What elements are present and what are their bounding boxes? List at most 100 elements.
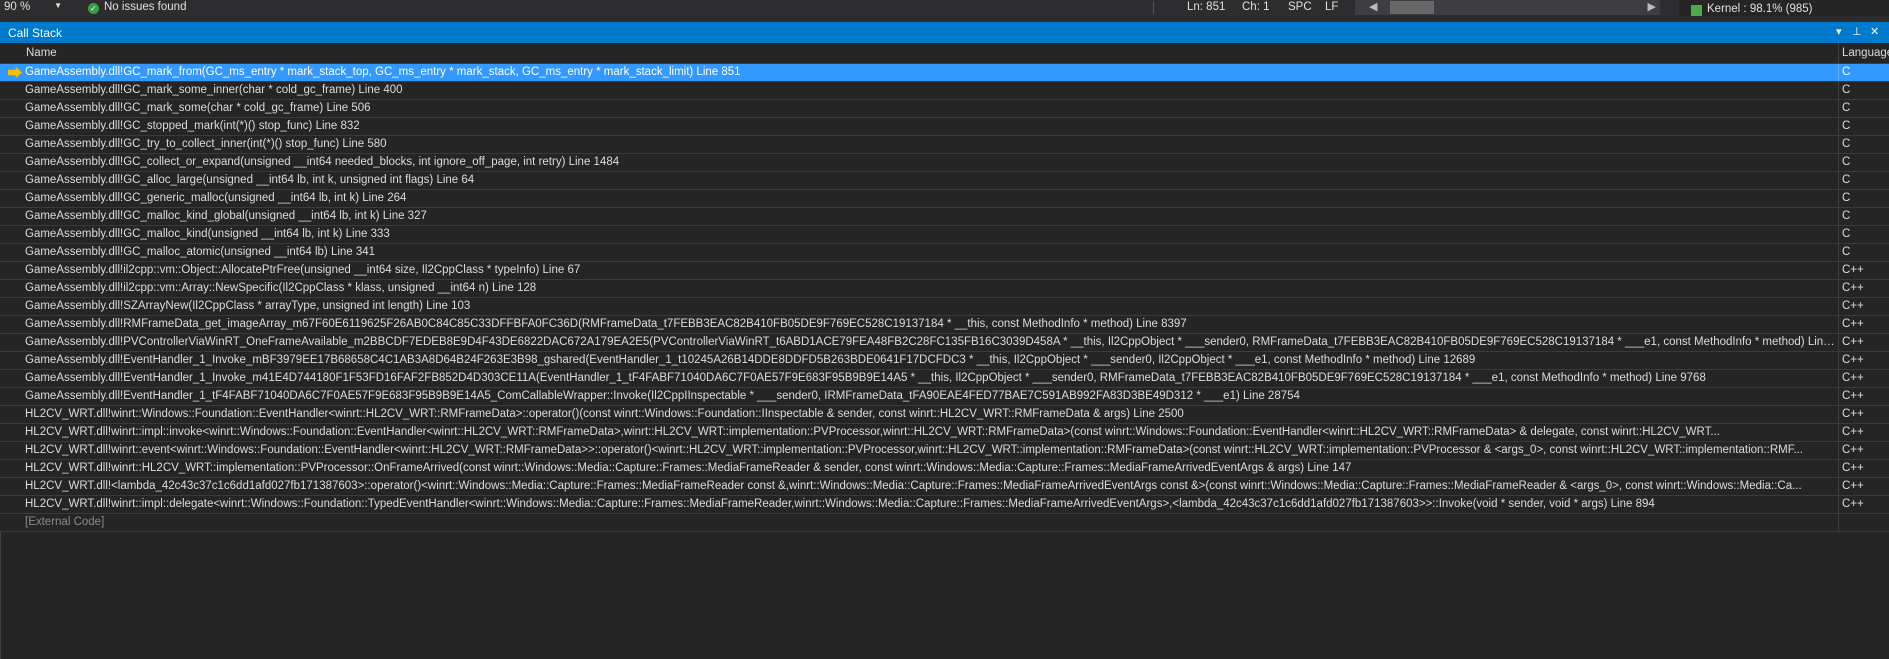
frame-name: GameAssembly.dll!GC_try_to_collect_inner… — [25, 138, 387, 150]
row-gutter[interactable] — [4, 316, 22, 333]
close-icon[interactable]: ✕ — [1870, 25, 1879, 38]
frame-language: C++ — [1842, 354, 1864, 366]
call-stack-row[interactable]: GameAssembly.dll!GC_generic_malloc(unsig… — [0, 190, 1889, 208]
column-header: Name Language — [0, 43, 1889, 64]
zoom-dropdown[interactable]: 90 % ▼ — [4, 1, 62, 14]
column-divider — [1838, 406, 1839, 423]
column-divider — [1838, 334, 1839, 351]
scroll-right-icon[interactable]: ▶ — [1648, 0, 1656, 13]
frame-language: C++ — [1842, 282, 1864, 294]
row-gutter[interactable] — [4, 334, 22, 351]
pin-icon[interactable]: ⊥ — [1852, 25, 1862, 38]
call-stack-row[interactable]: GameAssembly.dll!GC_malloc_kind(unsigned… — [0, 226, 1889, 244]
editor-status-bar: 90 % ▼ ✓ No issues found Ln: 851 Ch: 1 SP… — [0, 0, 1889, 16]
call-stack-row[interactable]: GameAssembly.dll!GC_collect_or_expand(un… — [0, 154, 1889, 172]
row-gutter[interactable] — [4, 154, 22, 171]
row-gutter[interactable] — [4, 388, 22, 405]
call-stack-row[interactable]: GameAssembly.dll!RMFrameData_get_imageAr… — [0, 316, 1889, 334]
frame-language: C++ — [1842, 498, 1864, 510]
call-stack-row[interactable]: [External Code] — [0, 514, 1889, 532]
horizontal-scrollbar[interactable]: ◀ ▶ — [1355, 0, 1660, 15]
row-gutter[interactable] — [4, 352, 22, 369]
call-stack-row[interactable]: GameAssembly.dll!EventHandler_1_Invoke_m… — [0, 352, 1889, 370]
call-stack-row[interactable]: GameAssembly.dll!il2cpp::vm::Array::NewS… — [0, 280, 1889, 298]
call-stack-row[interactable]: HL2CV_WRT.dll!<lambda_42c43c37c1c6dd1afd… — [0, 478, 1889, 496]
row-gutter[interactable] — [4, 190, 22, 207]
row-gutter[interactable] — [4, 208, 22, 225]
column-divider — [1838, 262, 1839, 279]
column-name-header[interactable]: Name — [26, 47, 57, 59]
call-stack-row[interactable]: GameAssembly.dll!PVControllerViaWinRT_On… — [0, 334, 1889, 352]
issues-indicator[interactable]: ✓ No issues found — [88, 1, 186, 14]
call-stack-row[interactable]: GameAssembly.dll!SZArrayNew(Il2CppClass … — [0, 298, 1889, 316]
frame-name: GameAssembly.dll!GC_stopped_mark(int(*)(… — [25, 120, 360, 132]
call-stack-row[interactable]: GameAssembly.dll!GC_mark_some(char * col… — [0, 100, 1889, 118]
kernel-label: Kernel : 98.1% (985) — [1707, 3, 1813, 15]
call-stack-row[interactable]: GameAssembly.dll!EventHandler_1_tF4FABF7… — [0, 388, 1889, 406]
call-stack-row[interactable]: GameAssembly.dll!GC_try_to_collect_inner… — [0, 136, 1889, 154]
column-divider — [1838, 118, 1839, 135]
row-gutter[interactable] — [4, 460, 22, 477]
column-indicator[interactable]: Ch: 1 — [1242, 1, 1270, 13]
row-gutter[interactable] — [4, 64, 22, 81]
whitespace-indicator[interactable]: SPC — [1288, 1, 1312, 13]
scrollbar-thumb[interactable] — [1390, 1, 1434, 14]
frame-name: GameAssembly.dll!GC_malloc_kind(unsigned… — [25, 228, 390, 240]
row-gutter[interactable] — [4, 514, 22, 531]
frame-language: C — [1842, 246, 1851, 258]
frame-name: GameAssembly.dll!GC_generic_malloc(unsig… — [25, 192, 407, 204]
column-divider — [1838, 82, 1839, 99]
call-stack-row[interactable]: HL2CV_WRT.dll!winrt::event<winrt::Window… — [0, 442, 1889, 460]
call-stack-list: GameAssembly.dll!GC_mark_from(GC_ms_entr… — [0, 64, 1889, 532]
call-stack-row[interactable]: HL2CV_WRT.dll!winrt::impl::invoke<winrt:… — [0, 424, 1889, 442]
row-gutter[interactable] — [4, 370, 22, 387]
call-stack-row[interactable]: GameAssembly.dll!GC_malloc_atomic(unsign… — [0, 244, 1889, 262]
row-gutter[interactable] — [4, 298, 22, 315]
frame-language: C++ — [1842, 336, 1864, 348]
frame-name: GameAssembly.dll!RMFrameData_get_imageAr… — [25, 318, 1187, 330]
call-stack-row[interactable]: HL2CV_WRT.dll!winrt::HL2CV_WRT::implemen… — [0, 460, 1889, 478]
frame-name: GameAssembly.dll!EventHandler_1_Invoke_m… — [25, 372, 1706, 384]
row-gutter[interactable] — [4, 280, 22, 297]
line-indicator[interactable]: Ln: 851 — [1187, 1, 1225, 13]
row-gutter[interactable] — [4, 100, 22, 117]
call-stack-row[interactable]: GameAssembly.dll!GC_malloc_kind_global(u… — [0, 208, 1889, 226]
frame-name: [External Code] — [25, 516, 105, 528]
row-gutter[interactable] — [4, 406, 22, 423]
column-divider — [1838, 316, 1839, 333]
call-stack-row[interactable]: HL2CV_WRT.dll!winrt::impl::delegate<winr… — [0, 496, 1889, 514]
window-menu-icon[interactable]: ▾ — [1836, 25, 1842, 38]
current-frame-row[interactable]: GameAssembly.dll!GC_mark_from(GC_ms_entr… — [0, 64, 1889, 82]
row-gutter[interactable] — [4, 82, 22, 99]
call-stack-row[interactable]: GameAssembly.dll!EventHandler_1_Invoke_m… — [0, 370, 1889, 388]
frame-language: C++ — [1842, 300, 1864, 312]
scroll-left-icon[interactable]: ◀ — [1369, 0, 1377, 13]
frame-name: GameAssembly.dll!il2cpp::vm::Array::NewS… — [25, 282, 537, 294]
frame-language: C++ — [1842, 318, 1864, 330]
column-divider — [1838, 208, 1839, 225]
column-divider[interactable] — [1838, 43, 1839, 63]
call-stack-row[interactable]: GameAssembly.dll!GC_mark_some_inner(char… — [0, 82, 1889, 100]
frame-name: GameAssembly.dll!EventHandler_1_tF4FABF7… — [25, 390, 1300, 402]
row-gutter[interactable] — [4, 136, 22, 153]
row-gutter[interactable] — [4, 496, 22, 513]
row-gutter[interactable] — [4, 442, 22, 459]
row-gutter[interactable] — [4, 244, 22, 261]
row-gutter[interactable] — [4, 478, 22, 495]
call-stack-row[interactable]: GameAssembly.dll!il2cpp::vm::Object::All… — [0, 262, 1889, 280]
call-stack-row[interactable]: GameAssembly.dll!GC_alloc_large(unsigned… — [0, 172, 1889, 190]
line-ending-indicator[interactable]: LF — [1325, 1, 1338, 13]
row-gutter[interactable] — [4, 226, 22, 243]
row-gutter[interactable] — [4, 118, 22, 135]
issues-label: No issues found — [104, 1, 187, 13]
frame-name: GameAssembly.dll!EventHandler_1_Invoke_m… — [25, 354, 1476, 366]
row-gutter[interactable] — [4, 172, 22, 189]
row-gutter[interactable] — [4, 424, 22, 441]
call-stack-row[interactable]: HL2CV_WRT.dll!winrt::Windows::Foundation… — [0, 406, 1889, 424]
row-gutter[interactable] — [4, 262, 22, 279]
tool-window-titlebar: Call Stack ▾ ⊥ ✕ — [0, 22, 1889, 43]
kernel-swatch-icon — [1691, 5, 1702, 16]
frame-language: C++ — [1842, 264, 1864, 276]
call-stack-row[interactable]: GameAssembly.dll!GC_stopped_mark(int(*)(… — [0, 118, 1889, 136]
column-language-header[interactable]: Language — [1842, 47, 1889, 59]
